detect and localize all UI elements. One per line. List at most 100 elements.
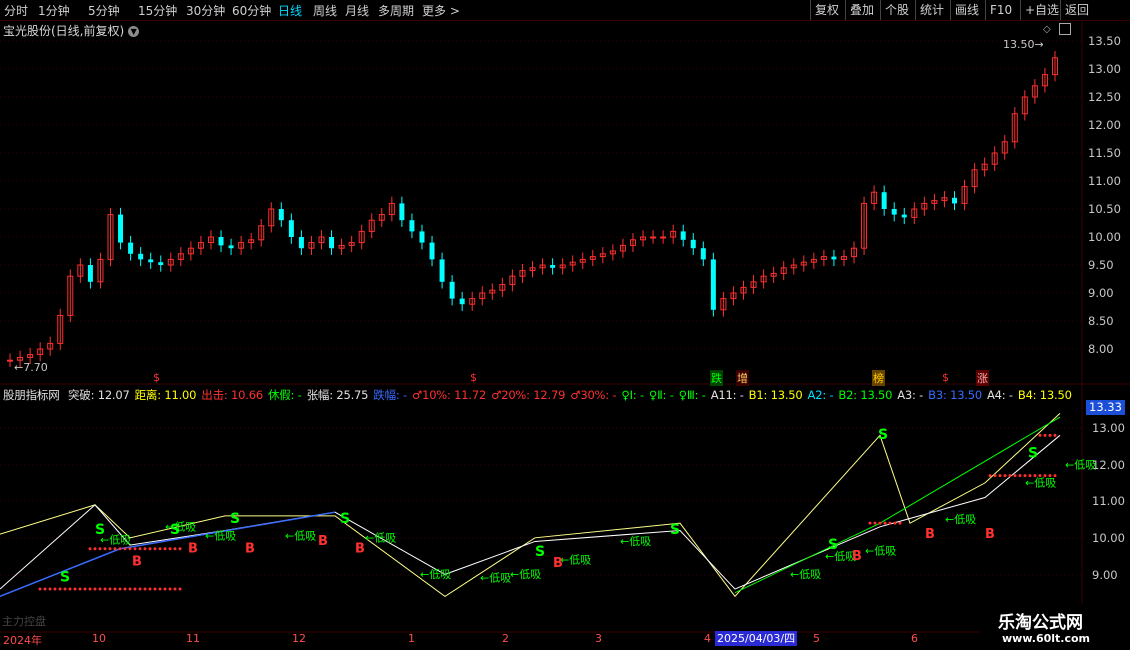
buy-mark: B xyxy=(852,549,862,564)
buy-mark: B xyxy=(355,541,365,556)
price-axis-label: 10.50 xyxy=(1088,202,1121,216)
support-dot xyxy=(98,587,102,591)
candle-body xyxy=(7,359,14,362)
support-dot xyxy=(108,547,112,551)
low-buy-mark: ←低吸 xyxy=(865,544,896,557)
candle-body xyxy=(409,220,415,232)
support-dot xyxy=(113,547,117,551)
indicator-header[interactable]: 股朋指标网 突破: 12.07 距离: 11.00 出击: 10.66 休假: - 张幅… xyxy=(3,387,1077,403)
support-dot xyxy=(103,587,107,591)
event-marker: 跌 xyxy=(710,370,723,386)
indicator-field: 突破: 12.07 xyxy=(67,388,130,402)
indicator-field: 休假: - xyxy=(267,388,302,402)
low-buy-mark: ←低吸 xyxy=(420,568,451,581)
support-dot xyxy=(178,587,182,591)
price-axis-label: 11.00 xyxy=(1088,174,1121,188)
support-dot xyxy=(93,587,97,591)
sell-mark: S xyxy=(60,570,70,586)
low-buy-mark: ←低吸 xyxy=(205,530,236,543)
event-marker: 榜 xyxy=(872,370,885,386)
indicator-field: ♂30%: - xyxy=(570,388,617,402)
support-dot xyxy=(888,521,892,525)
support-dot xyxy=(148,547,152,551)
support-dot xyxy=(1003,474,1007,478)
sell-mark: S xyxy=(828,537,838,553)
sell-mark: S xyxy=(535,544,545,560)
candle-body xyxy=(901,214,907,218)
indicator-field: 距离: 11.00 xyxy=(134,388,197,402)
support-dot xyxy=(78,587,82,591)
support-dot xyxy=(103,547,107,551)
support-dot xyxy=(143,587,147,591)
support-dot xyxy=(1053,433,1057,437)
support-dot xyxy=(148,587,152,591)
support-dot xyxy=(158,587,162,591)
support-dot xyxy=(68,587,72,591)
support-dot xyxy=(1038,433,1042,437)
candle-body xyxy=(881,192,887,209)
candle-body xyxy=(158,262,164,265)
sell-mark: S xyxy=(230,511,240,527)
support-dot xyxy=(53,587,57,591)
support-dot xyxy=(1013,474,1017,478)
support-dot xyxy=(1048,433,1052,437)
support-dot xyxy=(128,547,132,551)
price-axis-label: 12.50 xyxy=(1088,90,1121,104)
candle-body xyxy=(218,237,224,246)
support-dot xyxy=(48,587,52,591)
x-axis-label: 1 xyxy=(408,632,415,645)
indicator-field: ♀Ⅱ: - xyxy=(648,388,674,402)
support-dot xyxy=(133,547,137,551)
candle-body xyxy=(298,237,304,249)
sell-mark: S xyxy=(340,511,350,527)
buy-mark: B xyxy=(553,556,563,571)
indicator-field: A11: - xyxy=(710,388,744,402)
settings-icon[interactable]: ◇ xyxy=(1043,24,1051,35)
price-axis-label: 12.00 xyxy=(1088,118,1121,132)
candle-body xyxy=(278,209,284,221)
support-dot xyxy=(118,547,122,551)
indicator-axis-label: 11.00 xyxy=(1092,494,1125,508)
support-dot xyxy=(893,521,897,525)
support-dot xyxy=(43,587,47,591)
support-dot xyxy=(168,547,172,551)
layout-icon[interactable] xyxy=(1059,23,1071,35)
watermark-url: www.60lt.com xyxy=(1002,632,1091,645)
support-dot xyxy=(118,587,122,591)
price-axis-label: 9.50 xyxy=(1088,258,1114,272)
sell-mark: S xyxy=(1028,445,1038,461)
sell-mark: S xyxy=(170,522,180,538)
indicator-axis-label: 13.00 xyxy=(1092,421,1125,435)
support-dot xyxy=(868,521,872,525)
support-dot xyxy=(113,587,117,591)
low-buy-mark: ←低吸 xyxy=(1025,477,1056,490)
indicator-field: B2: 13.50 xyxy=(838,388,893,402)
support-dot xyxy=(88,547,92,551)
x-axis-label: 2024年 xyxy=(3,634,42,647)
support-dot xyxy=(898,521,902,525)
support-dot xyxy=(1043,433,1047,437)
low-buy-mark: ←低吸 xyxy=(365,531,396,544)
indicator-current-value: 13.33 xyxy=(1086,400,1125,415)
support-dot xyxy=(143,547,147,551)
candle-body xyxy=(952,197,957,204)
support-dot xyxy=(988,474,992,478)
candle-body xyxy=(831,256,837,260)
x-axis-label: 6 xyxy=(911,632,918,645)
support-dot xyxy=(58,587,62,591)
candle-body xyxy=(288,220,294,237)
buy-mark: B xyxy=(985,527,995,542)
candle-body xyxy=(128,242,134,254)
watermark: 乐淘公式网 www.60lt.com xyxy=(980,604,1130,650)
candle-body xyxy=(459,298,465,305)
support-dot xyxy=(153,587,157,591)
support-dot xyxy=(98,547,102,551)
support-dot xyxy=(998,474,1002,478)
support-dot xyxy=(1008,474,1012,478)
candle-body xyxy=(138,253,144,260)
buy-mark: B xyxy=(318,534,328,549)
support-dot xyxy=(173,547,177,551)
support-dot xyxy=(38,587,42,591)
support-dot xyxy=(123,587,127,591)
chart-canvas[interactable]: ←低吸←低吸←低吸 ←低吸 ←低吸←低吸 ←低吸←低吸←低吸←低吸←低吸←低吸 ←低吸←… xyxy=(0,0,1130,650)
